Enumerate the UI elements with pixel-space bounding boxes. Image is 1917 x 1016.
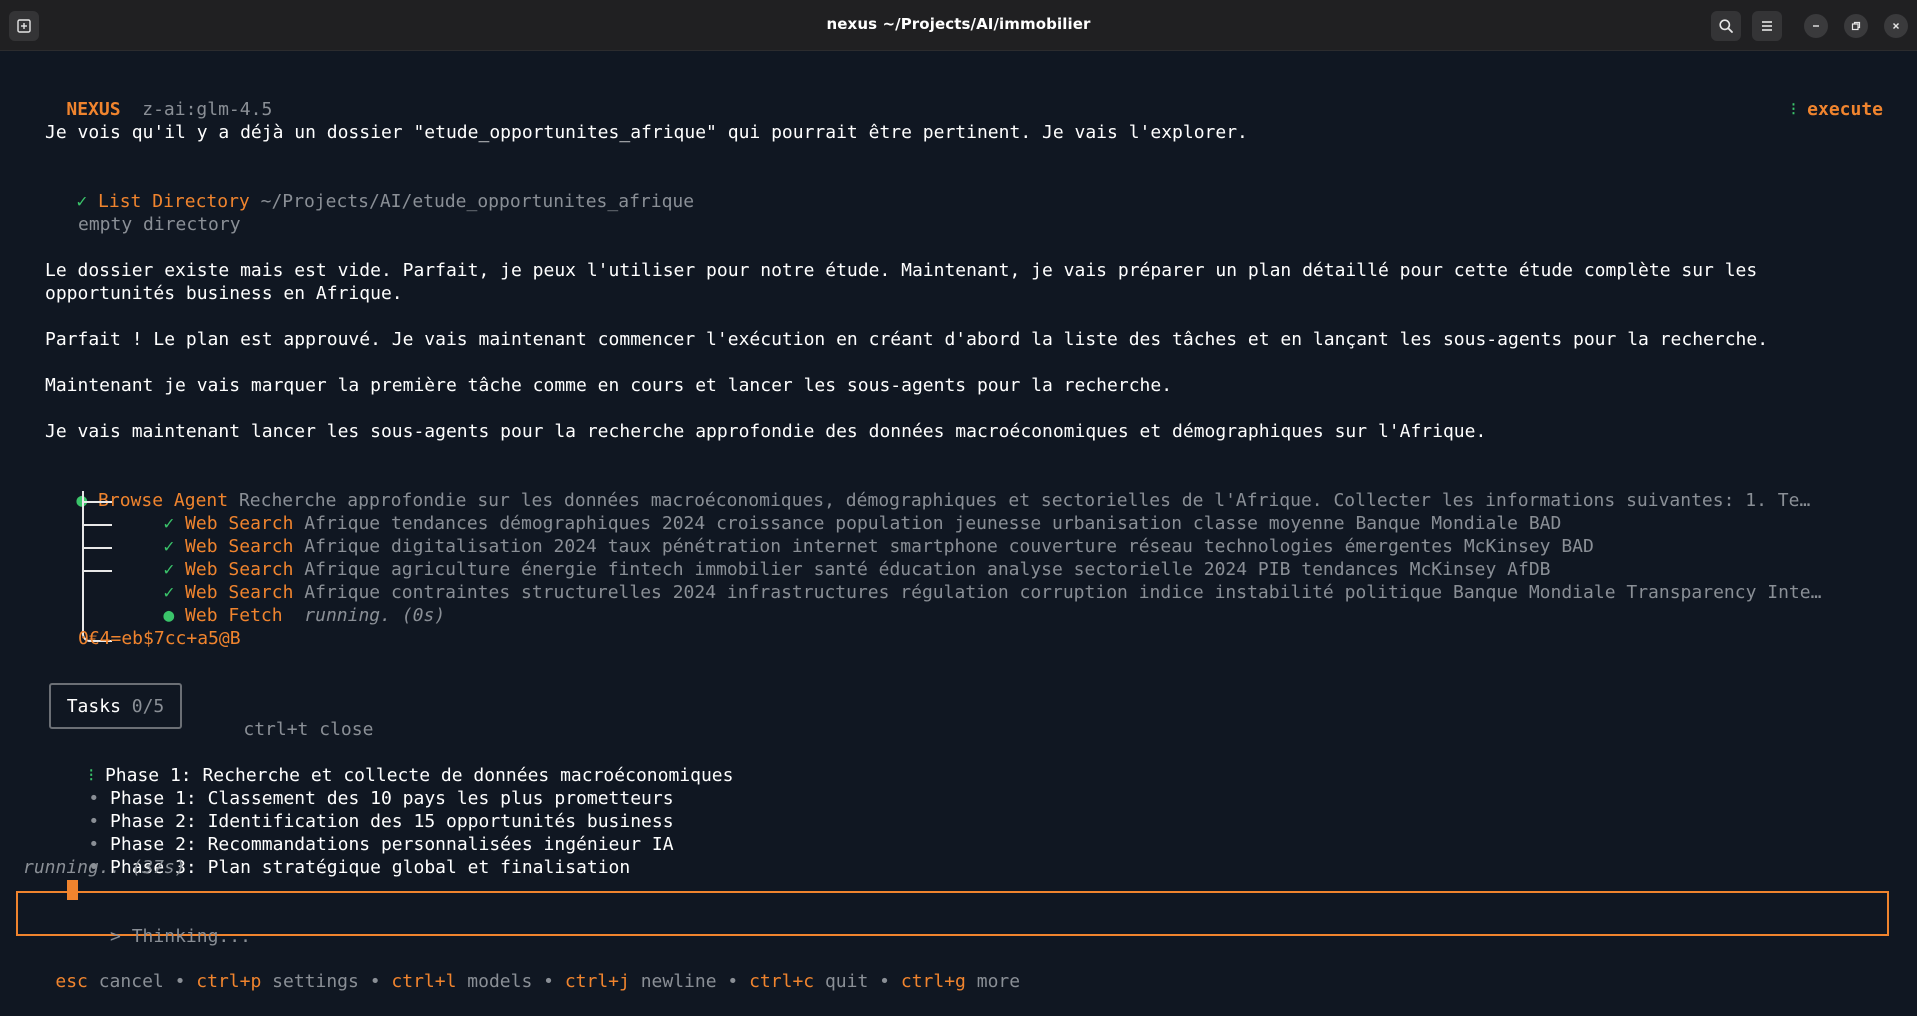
shortcut-bar: esc cancel • ctrl+p settings • ctrl+l mo… <box>12 947 1020 992</box>
mode-label: execute <box>1807 99 1883 120</box>
close-icon <box>1893 23 1899 29</box>
tasks-label: Tasks <box>66 695 121 717</box>
tasks-count: 0/5 <box>131 695 165 717</box>
tool-arg: ~/Projects/AI/etude_opportunites_afrique <box>260 191 695 212</box>
tree-branch <box>82 501 112 503</box>
window-title: nexus ~/Projects/AI/immobilier <box>826 15 1091 33</box>
check-icon: ✓ <box>76 191 88 212</box>
subtask-row: ● Web Fetch running. (0s) <box>120 581 445 626</box>
prompt-placeholder: Thinking... <box>131 926 251 947</box>
shortcut-sep: • <box>543 971 554 992</box>
shortcut-label: newline <box>640 971 717 992</box>
restore-button[interactable] <box>1844 14 1868 38</box>
subtask-row: ✓ Web Search Afrique contraintes structu… <box>120 558 1821 603</box>
shortcut-sep: • <box>174 971 186 992</box>
task-item: • Phase 1: Classement des 10 pays les pl… <box>45 764 673 809</box>
subtask-row: ✓ Web Search Afrique digitalisation 2024… <box>120 512 1594 557</box>
message-5: Je vais maintenant lancer les sous-agent… <box>45 421 1487 442</box>
close-hint-key: ctrl+t <box>243 719 309 740</box>
prompt-symbol: > <box>110 926 121 947</box>
garbled-output: 0€4=eb$7cc+a5@B <box>78 628 241 649</box>
terminal-area[interactable]: NEXUS z-ai:glm-4.5 ⁝ execute Je vois qu'… <box>0 51 1917 992</box>
shortcut-key: ctrl+p <box>196 971 262 992</box>
running-dot-icon: ● <box>163 605 175 626</box>
shortcut-key: ctrl+c <box>749 971 815 992</box>
shortcut-key: ctrl+l <box>391 971 457 992</box>
shortcut-label: settings <box>272 971 359 992</box>
close-window-button[interactable] <box>1884 14 1908 38</box>
shortcut-label: models <box>467 971 533 992</box>
restore-icon <box>1851 21 1861 31</box>
mode-indicator: ⁝ execute <box>1747 75 1883 120</box>
subtask-arg: Afrique contraintes structurelles 2024 i… <box>304 582 1822 603</box>
shortcut-sep: • <box>727 971 739 992</box>
shortcut-key: ctrl+j <box>564 971 630 992</box>
tree-branch <box>82 524 112 526</box>
shortcut-sep: • <box>369 971 381 992</box>
title-bar: nexus ~/Projects/AI/immobilier <box>0 0 1917 51</box>
shortcut-key: ctrl+g <box>900 971 966 992</box>
message-2-line-1: Le dossier existe mais est vide. Parfait… <box>45 260 1758 281</box>
tool-result: empty directory <box>78 214 241 235</box>
subtask-row: ✓ Web Search Afrique agriculture énergie… <box>120 535 1550 580</box>
menu-button[interactable] <box>1752 11 1782 41</box>
prompt-input-box[interactable]: > Thinking... <box>16 891 1889 947</box>
tool-name: List Directory <box>98 191 250 212</box>
hamburger-icon <box>1762 21 1772 31</box>
message-3: Parfait ! Le plan est approuvé. Je vais … <box>45 329 1769 350</box>
tree-connector <box>82 491 108 626</box>
subtask-row: ✓ Web Search Afrique tendances démograph… <box>120 489 1561 534</box>
task-item: • Phase 3: Plan stratégique global et fi… <box>45 833 630 878</box>
tasks-close-hint: ctrl+t close <box>200 695 373 740</box>
message-2-line-2: opportunités business en Afrique. <box>45 283 403 304</box>
header-line: NEXUS z-ai:glm-4.5 <box>23 75 272 120</box>
shortcut-label: cancel <box>98 971 164 992</box>
tree-branch <box>82 570 112 572</box>
task-item: ⁝ Phase 1: Recherche et collecte de donn… <box>45 741 733 786</box>
search-icon <box>1719 19 1733 33</box>
shortcut-label: quit <box>824 971 869 992</box>
close-hint-text: close <box>319 719 374 740</box>
message-1: Je vois qu'il y a déjà un dossier "etude… <box>45 122 1248 143</box>
message-4: Maintenant je vais marquer la première t… <box>45 375 1173 396</box>
task-item: • Phase 2: Recommandations personnalisée… <box>45 810 673 855</box>
browse-agent-line: ● Browse Agent Recherche approfondie sur… <box>33 466 1810 511</box>
tool-list-directory: ✓ List Directory ~/Projects/AI/etude_opp… <box>33 167 694 212</box>
subtask-status: running. (0s) <box>304 605 446 626</box>
tasks-header[interactable]: Tasks 0/5 <box>49 683 182 729</box>
shortcut-label: more <box>976 971 1021 992</box>
search-button[interactable] <box>1711 11 1741 41</box>
minimize-button[interactable] <box>1804 14 1828 38</box>
subtask-name: Web Fetch <box>185 605 283 626</box>
shortcut-sep: • <box>879 971 891 992</box>
minimize-icon <box>1813 25 1819 27</box>
task-item: • Phase 2: Identification des 15 opportu… <box>45 787 673 832</box>
shortcut-key: esc <box>55 971 88 992</box>
run-status: running.. (37s) <box>23 857 186 878</box>
tree-branch <box>82 547 112 549</box>
model-name: z-ai:glm-4.5 <box>142 99 273 120</box>
app-name: NEXUS <box>66 99 121 120</box>
task-text: Phase 3: Plan stratégique global et fina… <box>110 857 631 878</box>
prompt-line: > Thinking... <box>45 902 251 947</box>
